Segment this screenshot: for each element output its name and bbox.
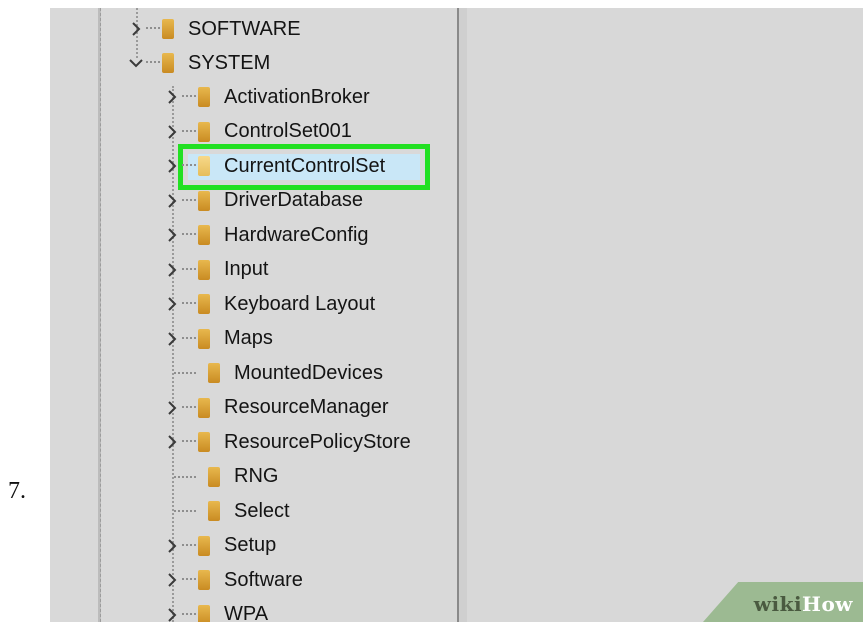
tree-item[interactable]: RNG — [174, 460, 278, 494]
tree-connector — [182, 233, 196, 237]
folder-icon — [198, 87, 210, 107]
tree-item-label: HardwareConfig — [224, 223, 369, 246]
tree-item-label: Setup — [224, 534, 277, 556]
tree-item[interactable]: CurrentControlSet — [164, 149, 385, 183]
tree-item[interactable]: WPA — [164, 598, 268, 622]
tree-item-label: Select — [234, 499, 290, 522]
tree-connector — [182, 302, 196, 306]
tree-connector — [182, 164, 196, 168]
tree-connector — [182, 543, 196, 548]
folder-icon — [198, 535, 210, 556]
tree-item-label: RNG — [234, 465, 279, 487]
tree-item[interactable]: SOFTWARE — [128, 12, 301, 46]
watermark-how: How — [802, 592, 853, 616]
folder-icon — [198, 570, 210, 590]
tree-item-label: ResourceManager — [224, 396, 389, 418]
folder-icon — [198, 397, 210, 418]
tree-item[interactable]: ResourcePolicyStore — [164, 425, 411, 459]
tree-item-label: DriverDatabase — [224, 189, 363, 211]
tree-item-label: MountedDevices — [234, 361, 383, 384]
folder-icon — [198, 604, 210, 622]
tree-item[interactable]: MountedDevices — [174, 356, 383, 390]
tree-connector — [182, 95, 196, 99]
chevron-right-icon[interactable] — [164, 89, 180, 105]
tree-connector — [174, 475, 196, 478]
chevron-right-icon[interactable] — [128, 21, 144, 37]
tree-connector — [182, 198, 196, 203]
registry-tree: SOFTWARE SYSTEM ActivationBroker ControlSet… — [50, 8, 457, 622]
chevron-right-icon[interactable] — [164, 607, 180, 622]
tree-item-label: ControlSet001 — [224, 120, 352, 142]
chevron-right-icon[interactable] — [164, 538, 180, 554]
tree-item[interactable]: Software — [164, 563, 303, 597]
chevron-right-icon[interactable] — [164, 262, 180, 278]
tree-item[interactable]: Select — [174, 494, 290, 528]
tree-item[interactable]: Keyboard Layout — [164, 287, 375, 321]
chevron-right-icon[interactable] — [164, 193, 180, 209]
tree-item[interactable]: ResourceManager — [164, 391, 389, 425]
tree-item[interactable]: DriverDatabase — [164, 184, 363, 218]
tree-item-label: ResourcePolicyStore — [224, 430, 411, 453]
tree-item[interactable]: Maps — [164, 322, 273, 356]
tree-connector — [146, 61, 160, 65]
tree-item-label: WPA — [224, 603, 269, 622]
tree-connector — [182, 336, 196, 341]
registry-editor-screenshot: SOFTWARE SYSTEM ActivationBroker ControlSet… — [50, 8, 863, 622]
folder-icon — [162, 53, 174, 73]
tree-item-label: CurrentControlSet — [224, 154, 386, 177]
tree-connector — [174, 372, 196, 374]
chevron-right-icon[interactable] — [164, 227, 180, 243]
tree-item-label: Keyboard Layout — [224, 292, 376, 315]
tree-item[interactable]: Input — [164, 253, 268, 287]
chevron-right-icon[interactable] — [164, 124, 180, 140]
folder-icon — [198, 225, 210, 245]
folder-icon — [198, 259, 210, 280]
folder-icon — [198, 121, 210, 142]
tree-item-label: Input — [224, 258, 269, 280]
tree-item[interactable]: Setup — [164, 529, 276, 563]
tree-connector — [182, 440, 196, 444]
folder-icon — [198, 432, 210, 452]
chevron-right-icon[interactable] — [164, 572, 180, 588]
watermark-logo: wikiHow — [703, 582, 863, 622]
values-pane — [467, 8, 863, 622]
tree-item-label: Maps — [224, 327, 273, 349]
folder-icon — [198, 156, 210, 176]
tree-item-label: SYSTEM — [188, 51, 271, 74]
tree-item-label: ActivationBroker — [224, 85, 370, 108]
tree-item[interactable]: HardwareConfig — [164, 218, 369, 252]
tree-connector — [174, 510, 196, 512]
chevron-down-icon[interactable] — [128, 55, 144, 71]
tree-item[interactable]: SYSTEM — [128, 46, 270, 80]
watermark-wiki: wiki — [753, 592, 803, 616]
tree-connector — [182, 612, 196, 617]
folder-icon — [208, 363, 220, 383]
tree-connector — [182, 267, 196, 272]
chevron-right-icon[interactable] — [164, 400, 180, 416]
tree-connector — [182, 578, 196, 582]
folder-icon — [208, 501, 220, 521]
tree-item[interactable]: ActivationBroker — [164, 80, 370, 114]
tree-item-label: Software — [224, 568, 303, 591]
folder-icon — [198, 294, 210, 314]
tree-item[interactable]: ControlSet001 — [164, 115, 352, 149]
folder-icon — [198, 328, 210, 349]
tree-item-label: SOFTWARE — [188, 17, 301, 40]
step-number: 7. — [8, 478, 26, 504]
chevron-right-icon[interactable] — [164, 331, 180, 347]
folder-icon — [208, 466, 220, 487]
chevron-right-icon[interactable] — [164, 296, 180, 312]
tree-connector — [182, 405, 196, 410]
chevron-right-icon[interactable] — [164, 158, 180, 174]
chevron-right-icon[interactable] — [164, 434, 180, 450]
tree-connector — [146, 27, 160, 31]
folder-icon — [162, 19, 174, 39]
tree-connector — [182, 129, 196, 134]
folder-icon — [198, 190, 210, 211]
